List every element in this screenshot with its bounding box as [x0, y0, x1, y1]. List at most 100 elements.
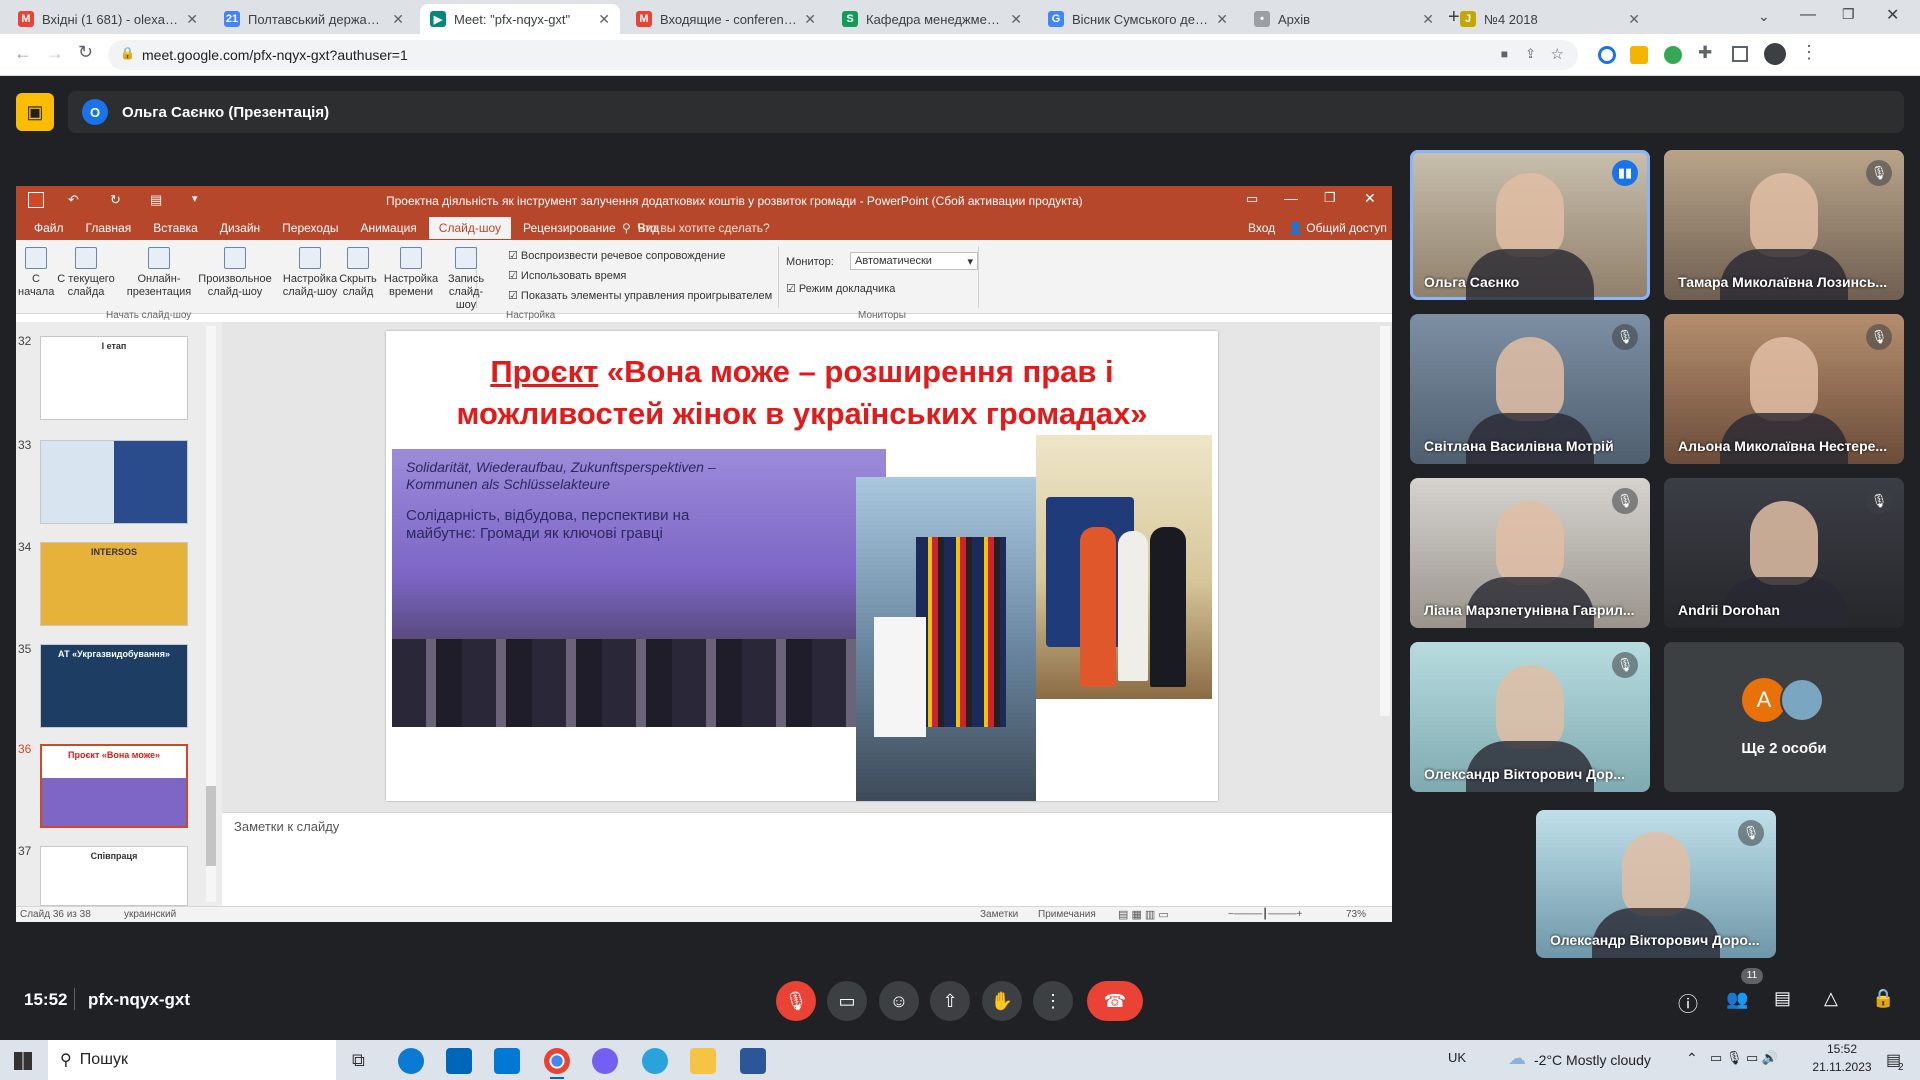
new-tab-button[interactable]: + [1448, 6, 1460, 29]
extension-icon[interactable] [1630, 46, 1648, 64]
clock-time[interactable]: 15:52 [1818, 1042, 1866, 1056]
url-field[interactable]: 🔒 meet.google.com/pfx-nqyx-gxt?authuser=… [108, 40, 1578, 70]
ppt-menu-item[interactable]: Слайд-шоу [428, 217, 512, 239]
login-link[interactable]: Вход [1248, 221, 1275, 235]
participant-tile[interactable]: Світлана Василівна Мотрій 🎙 [1410, 314, 1650, 464]
clock-date[interactable]: 21.11.2023 [1806, 1060, 1878, 1074]
extension-icon[interactable] [1598, 46, 1616, 64]
ppt-menu-item[interactable]: Главная [76, 217, 142, 239]
controls-checkbox[interactable]: ☑ Показать элементы управления проигрыва… [508, 289, 772, 302]
customize-icon[interactable]: ▾ [192, 192, 198, 205]
scroll-thumb[interactable] [206, 786, 216, 866]
task-view-icon[interactable]: ⧉ [352, 1050, 365, 1071]
edge-icon[interactable] [398, 1048, 424, 1074]
ppt-menu-item[interactable]: Вставка [143, 217, 208, 239]
monitor-select[interactable]: Автоматически ▾ [850, 252, 978, 270]
meeting-info-icon[interactable]: ⓘ [1678, 988, 1698, 1017]
emoji-icon[interactable]: ☺ [879, 981, 919, 1021]
chrome-icon[interactable] [544, 1048, 570, 1074]
more-options-icon[interactable]: ⋮ [1033, 981, 1073, 1021]
slide-thumbnail[interactable]: Співпраця [40, 846, 188, 906]
back-icon[interactable]: ← [14, 43, 32, 64]
host-controls-icon[interactable]: 🔒 [1872, 988, 1894, 1009]
ppt-minimize-icon[interactable]: — [1284, 190, 1298, 206]
comments-toggle[interactable]: Примечания [1038, 909, 1096, 920]
mail-icon[interactable] [494, 1048, 520, 1074]
menu-kebab-icon[interactable]: ⋮ [1800, 42, 1818, 63]
camera-icon[interactable]: ■ [1501, 47, 1508, 61]
language-status[interactable]: украинский [124, 909, 176, 920]
ppt-menu-item[interactable]: Переходы [272, 217, 348, 239]
input-language[interactable]: UK [1448, 1050, 1466, 1065]
tab-close-icon[interactable]: ✕ [392, 11, 404, 28]
zoom-level[interactable]: 73% [1346, 909, 1366, 920]
custom-show-button[interactable]: Произвольное слайд-шоу [196, 247, 274, 299]
hide-slide-button[interactable]: Скрыть слайд [338, 247, 378, 299]
weather-icon[interactable]: ☁ [1508, 1048, 1526, 1069]
slide-scrollbar[interactable] [1380, 326, 1390, 716]
participant-tile[interactable]: Andrii Dorohan 🎙 [1664, 478, 1904, 628]
participant-tile[interactable]: Олександр Вікторович Дор... 🎙 [1410, 642, 1650, 792]
redo-icon[interactable]: ↻ [110, 192, 121, 208]
browser-tab[interactable]: S Кафедра менеджменту і ✕ [832, 4, 1032, 34]
participant-tile[interactable]: A Ще 2 особи [1664, 642, 1904, 792]
from-current-button[interactable]: С текущего слайда [56, 247, 116, 299]
tab-close-icon[interactable]: ✕ [1628, 11, 1640, 28]
quick-access-icon[interactable]: ▤ [150, 192, 162, 208]
windows-start-icon[interactable] [14, 1052, 32, 1070]
slide-thumbnail[interactable]: INTERSOS [40, 542, 188, 626]
tell-me-field[interactable]: Что вы хотите сделать? [637, 221, 770, 235]
tab-close-icon[interactable]: ✕ [598, 11, 610, 28]
slide-thumbnail[interactable] [40, 440, 188, 524]
notes-pane[interactable]: Заметки к слайду [222, 812, 1392, 906]
tab-search-icon[interactable]: ⌄ [1758, 8, 1770, 25]
view-normal-icon[interactable]: ▤ ▦ ▥ ▭ [1118, 908, 1169, 921]
ribbon-display-icon[interactable]: ▭ [1246, 191, 1258, 207]
tab-close-icon[interactable]: ✕ [804, 11, 816, 28]
reload-icon[interactable]: ↻ [78, 42, 93, 63]
telegram-icon[interactable] [642, 1048, 668, 1074]
activities-icon[interactable]: △ [1824, 988, 1838, 1009]
chat-icon[interactable]: ▤ [1774, 988, 1791, 1009]
weather-text[interactable]: -2°C Mostly cloudy [1534, 1052, 1651, 1068]
browser-tab[interactable]: • Архів ✕ [1244, 4, 1444, 34]
viber-icon[interactable] [592, 1048, 618, 1074]
forward-icon[interactable]: → [46, 43, 64, 64]
file-explorer-icon[interactable] [690, 1048, 716, 1074]
restore-icon[interactable]: ❐ [1842, 6, 1855, 23]
ppt-menu-item[interactable]: Файл [24, 217, 74, 239]
save-icon[interactable] [28, 192, 44, 208]
sidepanel-icon[interactable] [1732, 46, 1748, 62]
ppt-close-icon[interactable]: ✕ [1364, 190, 1376, 207]
browser-tab[interactable]: ▶ Meet: "pfx-nqyx-gxt" ✕ [420, 4, 620, 34]
ppt-menu-item[interactable]: Дизайн [210, 217, 270, 239]
share-button[interactable]: 👤 Общий доступ [1288, 221, 1387, 235]
camera-toggle-icon[interactable]: ▭ [827, 981, 867, 1021]
raise-hand-icon[interactable]: ✋ [982, 981, 1022, 1021]
ppt-menu-item[interactable]: Рецензирование [513, 217, 626, 239]
tab-close-icon[interactable]: ✕ [1422, 11, 1434, 28]
narration-checkbox[interactable]: ☑ Воспроизвести речевое сопровождение [508, 249, 725, 262]
browser-tab[interactable]: G Вісник Сумського держа ✕ [1038, 4, 1238, 34]
word-icon[interactable] [740, 1048, 766, 1074]
participant-tile[interactable]: Олександр Вікторович Доро... 🎙 [1536, 810, 1776, 958]
notes-toggle[interactable]: Заметки [980, 909, 1018, 920]
slide-thumbnail[interactable]: І етап [40, 336, 188, 420]
share-icon[interactable]: ⇪ [1525, 46, 1536, 62]
leave-call-icon[interactable]: ☎ [1087, 981, 1143, 1021]
participant-tile[interactable]: Тамара Миколаївна Лозинсь... 🎙 [1664, 150, 1904, 300]
present-screen-icon[interactable]: ⇧ [930, 981, 970, 1021]
timings-checkbox[interactable]: ☑ Использовать время [508, 269, 626, 282]
puzzle-icon[interactable]: ✚ [1698, 43, 1712, 63]
tab-close-icon[interactable]: ✕ [1216, 11, 1228, 28]
presenter-view-checkbox[interactable]: ☑ Режим докладчика [786, 282, 895, 295]
minimize-icon[interactable]: — [1800, 6, 1816, 24]
tray-chevron-icon[interactable]: ⌃ [1686, 1050, 1698, 1067]
participant-tile[interactable]: Ольга Саєнко ▮▮ [1410, 150, 1650, 300]
profile-avatar[interactable] [1764, 43, 1786, 65]
tab-close-icon[interactable]: ✕ [1010, 11, 1022, 28]
tray-icons[interactable]: ▭ 🎙 ▭ 🔊 [1710, 1050, 1778, 1066]
undo-icon[interactable]: ↶ [68, 192, 79, 208]
slide-thumbnail[interactable]: Проєкт «Вона може» [40, 744, 188, 828]
participant-tile[interactable]: Альона Миколаївна Нестере... 🎙 [1664, 314, 1904, 464]
